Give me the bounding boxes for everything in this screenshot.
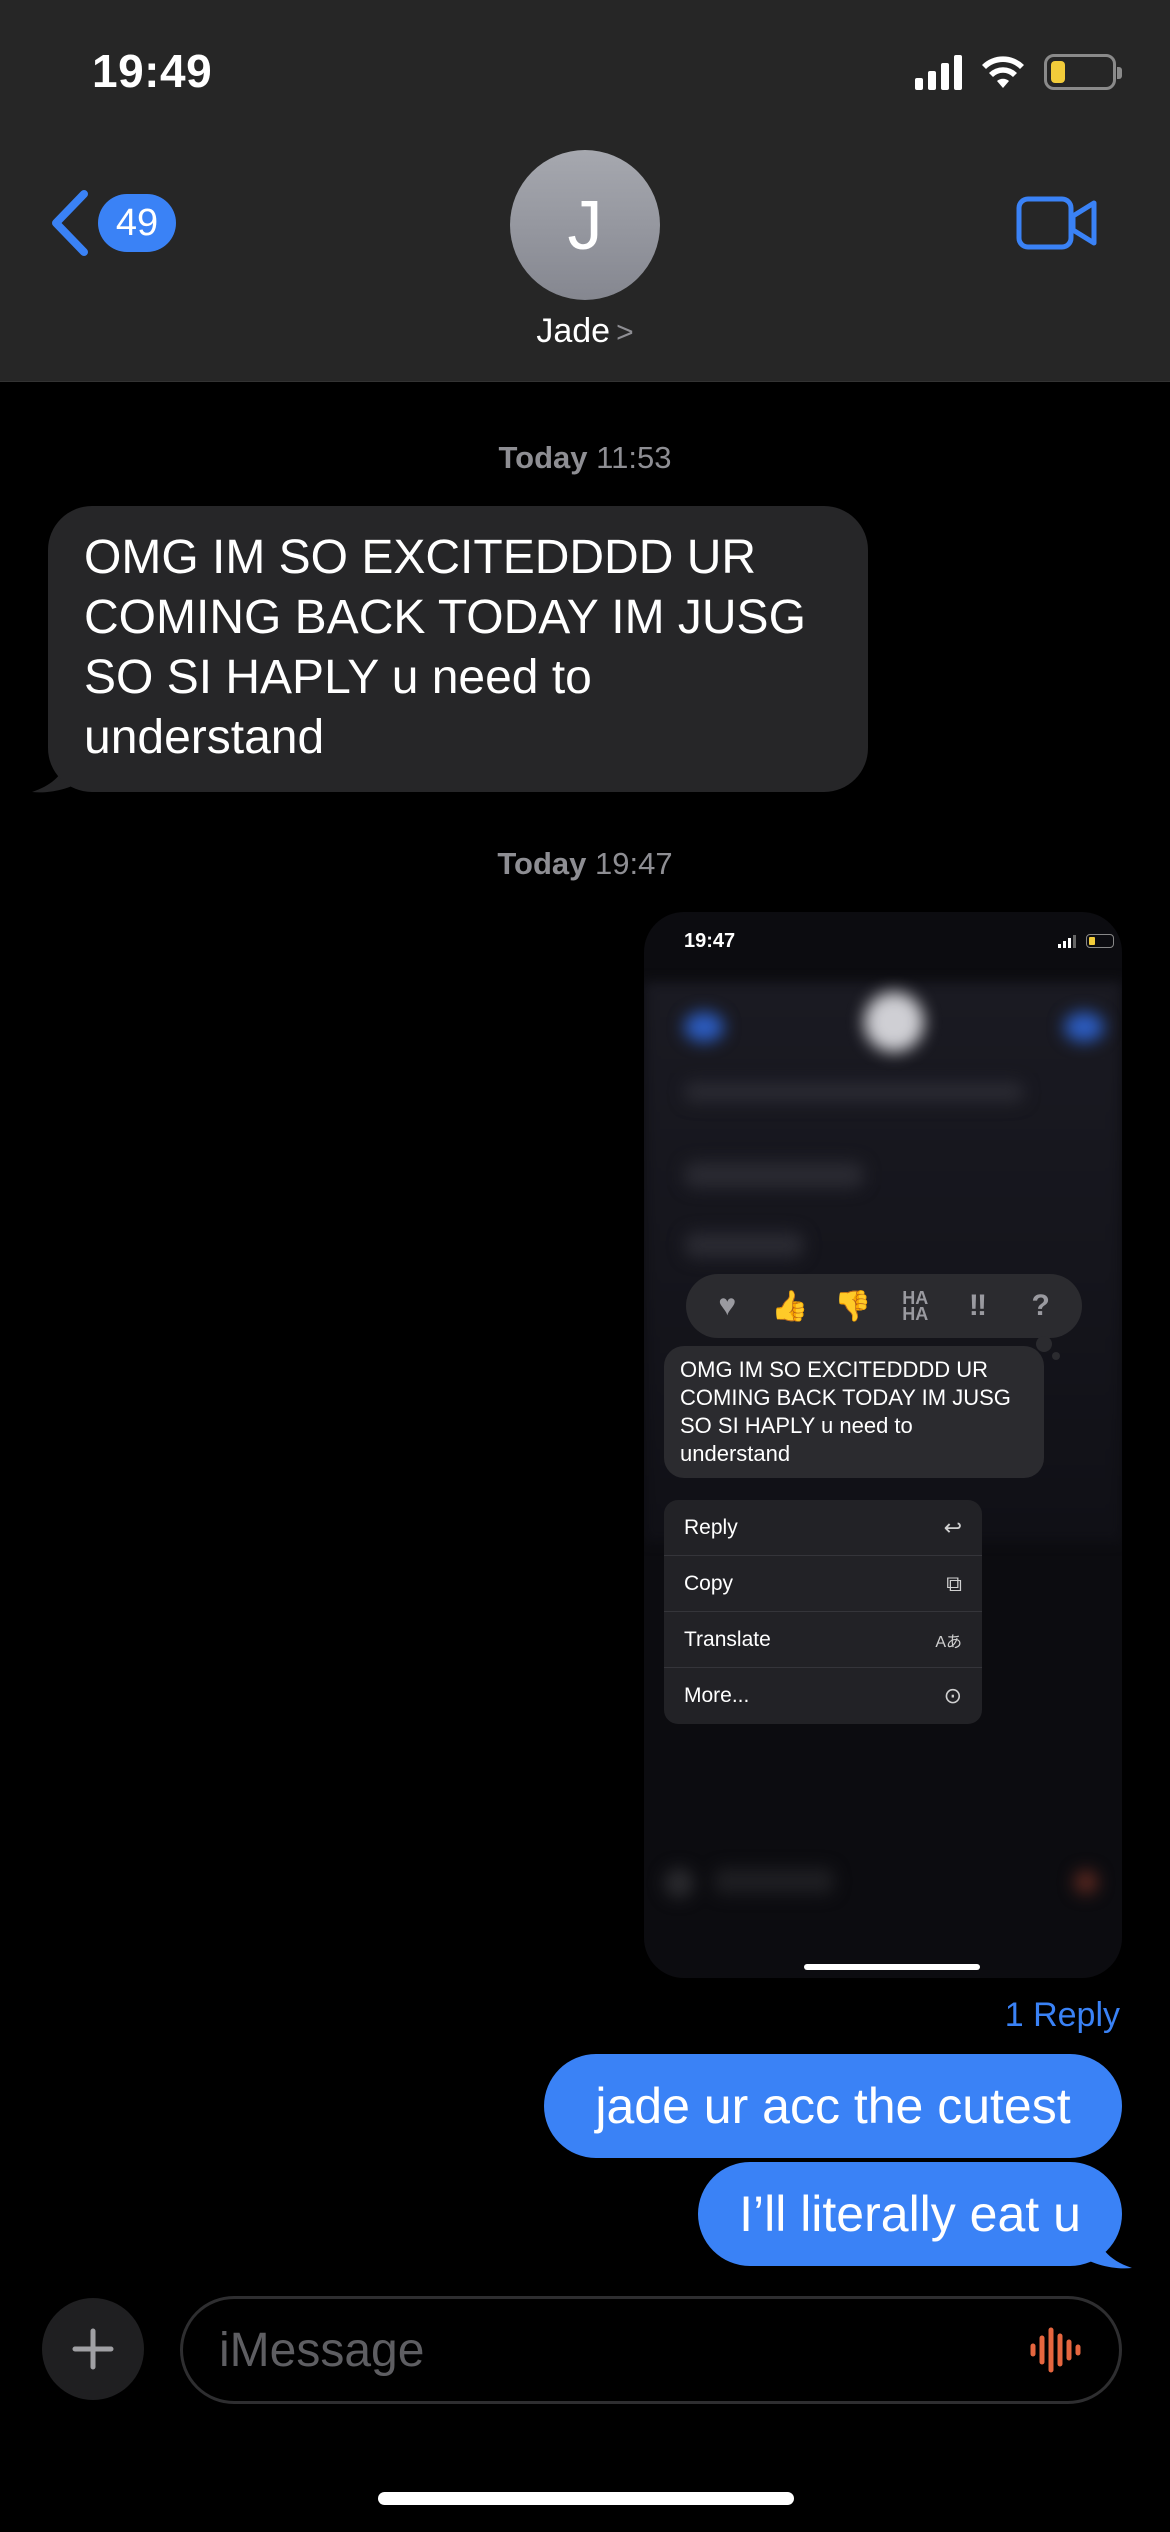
heart-tapback-icon: ♥ xyxy=(718,1289,737,1322)
blurred-video-button xyxy=(1064,1012,1104,1042)
attachment-status-icons xyxy=(1058,934,1114,948)
message-timestamp: Today 19:47 xyxy=(0,846,1170,882)
menu-item-label: Translate xyxy=(684,1627,771,1651)
menu-item-label: Copy xyxy=(684,1571,734,1595)
outgoing-message-bubble[interactable]: jade ur acc the cutest xyxy=(544,2054,1122,2158)
back-button[interactable]: 49 xyxy=(46,188,176,258)
blurred-avatar xyxy=(864,992,924,1052)
blurred-back-button xyxy=(684,1012,724,1042)
blurred-input xyxy=(714,1868,834,1894)
timestamp-time: 11:53 xyxy=(596,440,672,475)
attachment-message-bubble: OMG IM SO EXCITEDDDD UR COMING BACK TODA… xyxy=(664,1346,1044,1478)
haha-tapback-icon: HA HA xyxy=(902,1288,929,1324)
attachment-context-menu: Reply ↩ Copy ⧉ Translate Aあ More... ⊙ xyxy=(664,1500,982,1724)
menu-item-copy: Copy ⧉ xyxy=(664,1556,982,1612)
menu-item-reply: Reply ↩ xyxy=(664,1500,982,1556)
thread-reply-link[interactable]: 1 Reply xyxy=(1005,1996,1120,2035)
contact-name[interactable]: Jade > xyxy=(0,312,1170,351)
blurred-row xyxy=(684,1082,1024,1102)
exclamation-tapback-icon: ‼ xyxy=(968,1289,988,1322)
translate-icon: Aあ xyxy=(935,1633,962,1651)
menu-item-more: More... ⊙ xyxy=(664,1668,982,1724)
apps-plus-button[interactable] xyxy=(42,2298,144,2400)
blurred-plus-button xyxy=(664,1868,694,1898)
menu-item-label: More... xyxy=(684,1684,750,1707)
timestamp-time: 19:47 xyxy=(595,846,673,881)
menu-item-translate: Translate Aあ xyxy=(664,1612,982,1668)
screenshot-attachment[interactable]: 19:47 ♥ 👍 👎 HA HA ‼ ? OMG IM SO EXCITEDD… xyxy=(644,912,1122,1978)
audio-message-icon[interactable] xyxy=(1027,2322,1083,2378)
plus-icon xyxy=(72,2328,114,2370)
contact-avatar[interactable]: J xyxy=(510,150,660,300)
tapback-pointer xyxy=(1052,1352,1060,1360)
facetime-video-icon[interactable] xyxy=(1016,194,1098,252)
message-input-field[interactable] xyxy=(180,2296,1122,2404)
blurred-row xyxy=(684,1162,864,1188)
battery-icon xyxy=(1044,54,1122,90)
thumbs-up-tapback-icon: 👍 xyxy=(771,1289,809,1323)
status-icons xyxy=(915,52,1122,92)
attachment-status-time: 19:47 xyxy=(684,930,736,952)
menu-item-label: Reply xyxy=(684,1515,738,1539)
reply-icon: ↩ xyxy=(943,1514,962,1540)
attachment-signal-icon xyxy=(1058,934,1076,948)
wifi-icon xyxy=(982,56,1024,88)
blurred-row xyxy=(684,1232,804,1258)
chevron-right-icon: > xyxy=(616,316,634,349)
contact-name-label: Jade xyxy=(536,312,611,350)
attachment-home-indicator xyxy=(804,1964,980,1970)
outgoing-message-bubble[interactable]: I’ll literally eat u xyxy=(698,2162,1122,2266)
attachment-battery-icon xyxy=(1086,934,1114,948)
message-timestamp: Today 11:53 xyxy=(0,440,1170,476)
home-indicator xyxy=(378,2492,794,2505)
tapback-pointer xyxy=(1036,1336,1052,1352)
copy-icon: ⧉ xyxy=(946,1570,962,1596)
unread-count-badge: 49 xyxy=(98,194,176,252)
imessage-input[interactable] xyxy=(219,2322,1027,2378)
chevron-left-icon xyxy=(52,190,88,256)
thumbs-down-tapback-icon: 👎 xyxy=(833,1289,872,1323)
status-time: 19:49 xyxy=(92,45,213,97)
timestamp-day: Today xyxy=(498,440,588,475)
question-tapback-icon: ? xyxy=(1031,1289,1050,1322)
blurred-composer xyxy=(664,1862,1104,1902)
blurred-audio-button xyxy=(1074,1870,1098,1894)
tapback-bar: ♥ 👍 👎 HA HA ‼ ? xyxy=(686,1274,1082,1338)
more-icon: ⊙ xyxy=(943,1683,962,1708)
cellular-signal-icon xyxy=(915,54,962,90)
incoming-message-bubble[interactable]: OMG IM SO EXCITEDDDD UR COMING BACK TODA… xyxy=(48,506,868,792)
timestamp-day: Today xyxy=(497,846,587,881)
conversation-header: 19:49 49 J Jade > xyxy=(0,0,1170,382)
